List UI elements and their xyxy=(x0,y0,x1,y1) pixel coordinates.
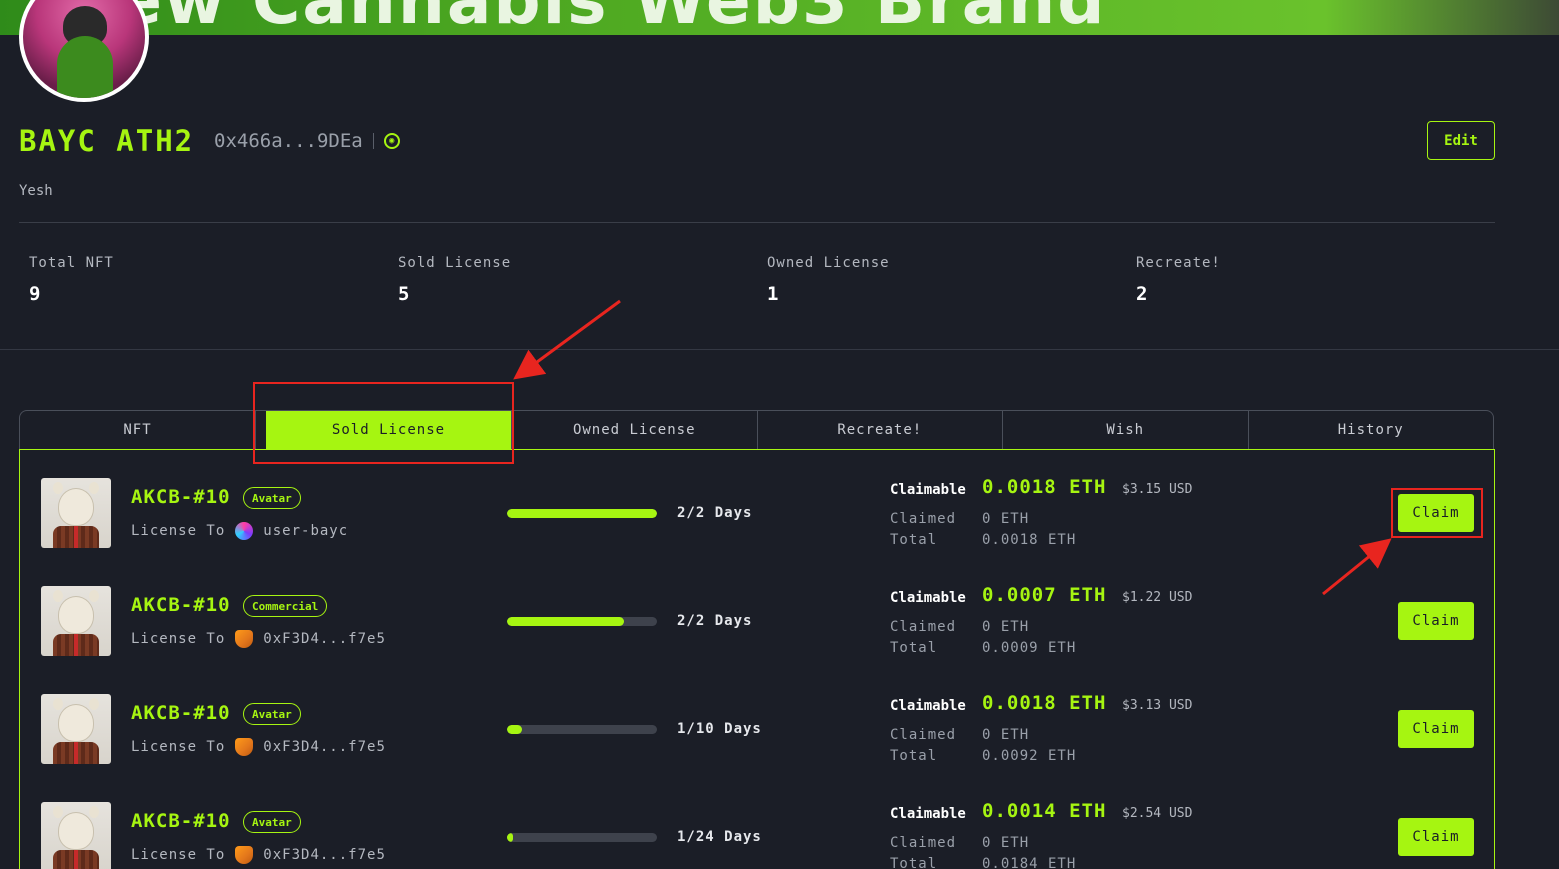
arrow-to-tab xyxy=(513,299,621,380)
arrow-to-claim xyxy=(1322,538,1392,596)
annotation-arrows xyxy=(513,299,1392,596)
